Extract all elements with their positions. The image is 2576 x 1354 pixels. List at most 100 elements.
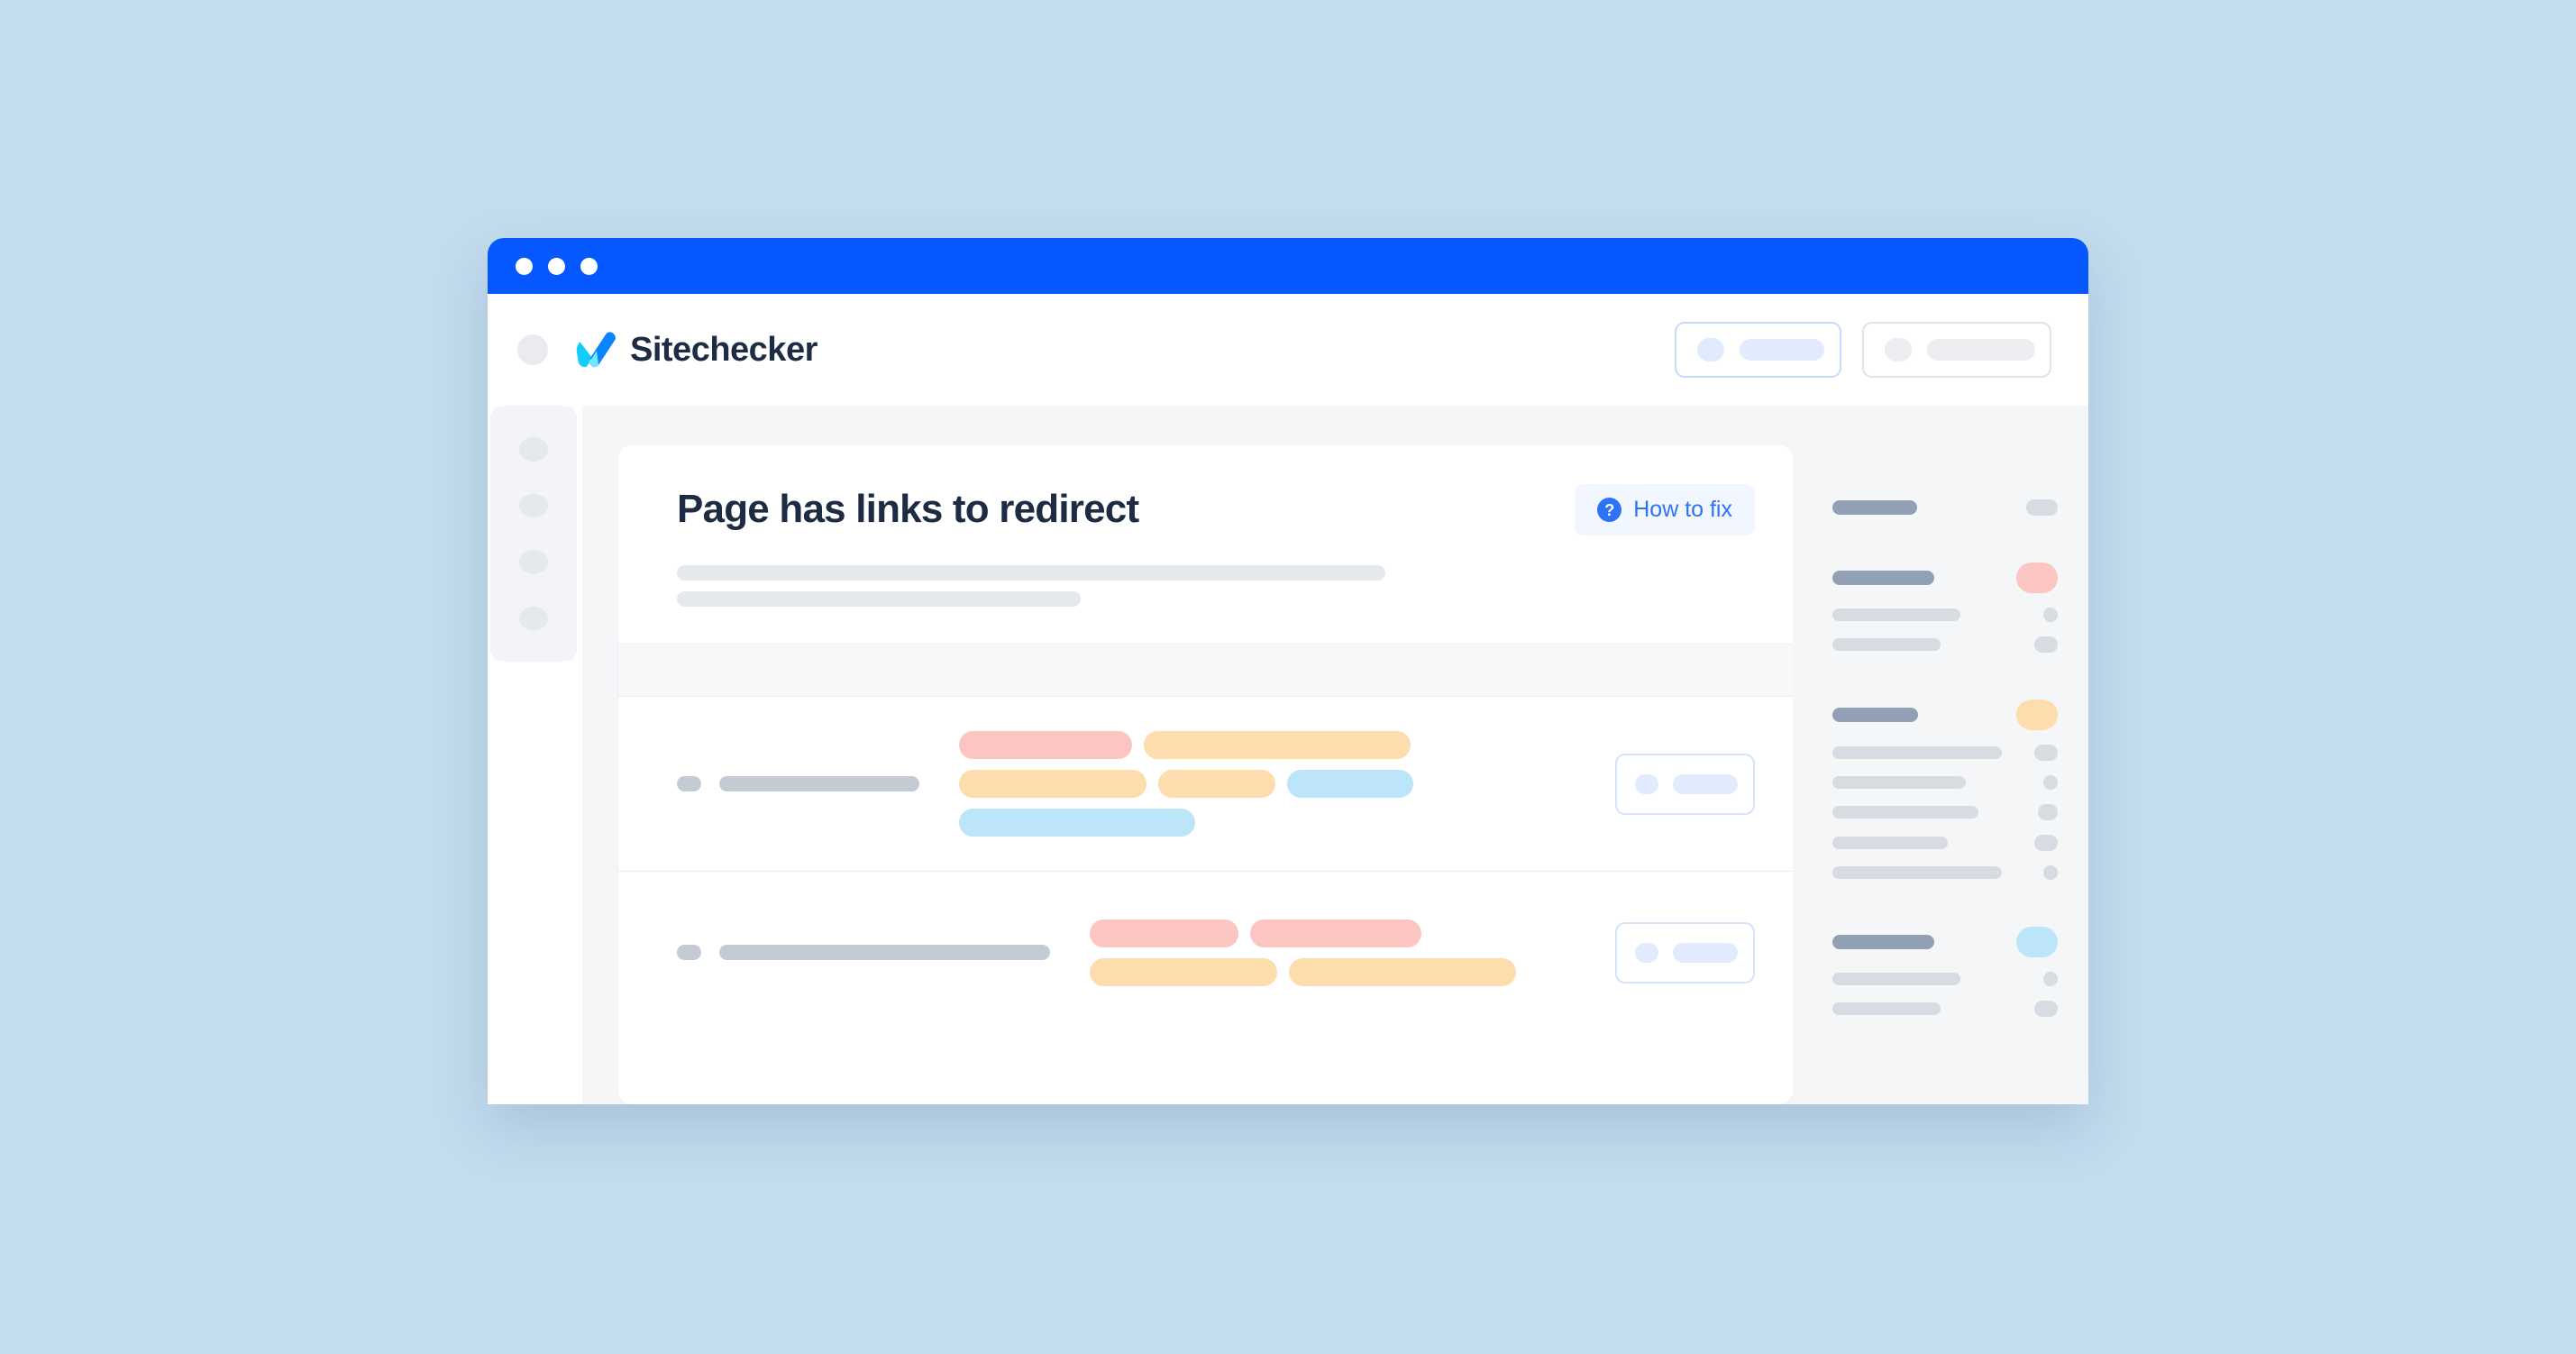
metrics-item-row[interactable] bbox=[1832, 1001, 2058, 1017]
tag-pill[interactable] bbox=[959, 731, 1132, 759]
status-badge bbox=[2034, 835, 2058, 851]
left-sidebar-wrapper bbox=[488, 406, 582, 1104]
page-title: Page has links to redirect bbox=[677, 487, 1139, 532]
row-bullet-icon bbox=[677, 945, 701, 960]
window-dot-3-icon[interactable] bbox=[580, 257, 598, 275]
metrics-item-label bbox=[1832, 776, 1966, 789]
tag-pill[interactable] bbox=[959, 809, 1195, 837]
brand-logo[interactable]: Sitechecker bbox=[576, 331, 818, 369]
tag-pill[interactable] bbox=[1287, 770, 1413, 798]
app-header: Sitechecker bbox=[488, 294, 2088, 406]
status-badge bbox=[2026, 499, 2058, 516]
metrics-item-label bbox=[1832, 608, 1960, 621]
tag-pill[interactable] bbox=[959, 770, 1146, 798]
metrics-header-label bbox=[1832, 935, 1934, 949]
metrics-item-label bbox=[1832, 806, 1978, 819]
metrics-group-4 bbox=[1832, 927, 2058, 1017]
metrics-item-row[interactable] bbox=[1832, 608, 2058, 622]
dot-placeholder-icon bbox=[1635, 773, 1658, 794]
metrics-item-row[interactable] bbox=[1832, 775, 2058, 790]
dot-placeholder-icon bbox=[1885, 338, 1912, 361]
header-primary-button[interactable] bbox=[1675, 322, 1841, 378]
metrics-item-label bbox=[1832, 746, 2002, 759]
row-action-button-2[interactable] bbox=[1615, 921, 1755, 983]
sidebar-item-2[interactable] bbox=[519, 493, 548, 517]
table-row[interactable] bbox=[618, 871, 1793, 1033]
brand-name: Sitechecker bbox=[630, 331, 818, 369]
description-line-2 bbox=[677, 591, 1081, 607]
how-to-fix-label: How to fix bbox=[1633, 497, 1732, 522]
metrics-header-row[interactable] bbox=[1832, 499, 2058, 516]
tag-pill[interactable] bbox=[1090, 957, 1277, 986]
metrics-item-row[interactable] bbox=[1832, 636, 2058, 653]
row-label-placeholder bbox=[719, 945, 1050, 960]
row-label-group bbox=[677, 945, 1050, 960]
window-dot-1-icon[interactable] bbox=[516, 257, 533, 275]
tag-pill[interactable] bbox=[1144, 731, 1411, 759]
tag-pill[interactable] bbox=[1090, 919, 1238, 947]
dot-placeholder-icon bbox=[1697, 338, 1724, 361]
row-label-placeholder bbox=[719, 776, 919, 791]
metrics-item-row[interactable] bbox=[1832, 972, 2058, 986]
main-content: Page has links to redirect ? How to fix bbox=[582, 406, 2088, 1104]
tag-pill[interactable] bbox=[1158, 770, 1275, 798]
sidebar-item-4[interactable] bbox=[519, 606, 548, 630]
tag-line bbox=[959, 770, 1590, 798]
how-to-fix-button[interactable]: ? How to fix bbox=[1575, 484, 1755, 535]
row-bullet-icon bbox=[677, 776, 701, 791]
metrics-group-2 bbox=[1832, 563, 2058, 653]
metrics-item-row[interactable] bbox=[1832, 865, 2058, 880]
window-titlebar bbox=[488, 238, 2088, 294]
metrics-header-row[interactable] bbox=[1832, 563, 2058, 593]
issue-card: Page has links to redirect ? How to fix bbox=[618, 445, 1793, 1104]
metrics-header-label bbox=[1832, 571, 1934, 585]
window-dot-2-icon[interactable] bbox=[548, 257, 565, 275]
status-badge bbox=[2016, 927, 2058, 957]
header-actions bbox=[1675, 322, 2051, 378]
row-action-button-1[interactable] bbox=[1615, 753, 1755, 815]
metrics-item-row[interactable] bbox=[1832, 835, 2058, 851]
tag-line bbox=[1090, 957, 1590, 986]
status-badge bbox=[2043, 775, 2058, 790]
metrics-item-label bbox=[1832, 837, 1948, 849]
label-placeholder bbox=[1673, 942, 1738, 963]
left-sidebar bbox=[490, 406, 577, 662]
question-mark-icon: ? bbox=[1597, 498, 1622, 522]
tag-pill[interactable] bbox=[1289, 957, 1516, 986]
metrics-item-label bbox=[1832, 638, 1941, 651]
metrics-header-row[interactable] bbox=[1832, 927, 2058, 957]
table-header-band bbox=[618, 644, 1793, 697]
metrics-item-label bbox=[1832, 973, 1960, 985]
sidebar-item-1[interactable] bbox=[519, 437, 548, 462]
right-metrics-panel bbox=[1793, 445, 2088, 1104]
metrics-item-row[interactable] bbox=[1832, 745, 2058, 761]
label-placeholder bbox=[1927, 339, 2035, 361]
tag-pill[interactable] bbox=[1250, 919, 1421, 947]
table-row[interactable] bbox=[618, 697, 1793, 871]
avatar[interactable] bbox=[517, 334, 548, 365]
row-label-group bbox=[677, 776, 919, 791]
metrics-item-row[interactable] bbox=[1832, 804, 2058, 820]
status-badge bbox=[2038, 804, 2058, 820]
metrics-header-label bbox=[1832, 708, 1918, 722]
metrics-item-label bbox=[1832, 866, 2002, 879]
status-badge bbox=[2034, 745, 2058, 761]
label-placeholder bbox=[1673, 773, 1738, 794]
status-badge bbox=[2043, 608, 2058, 622]
tag-line bbox=[1090, 919, 1590, 947]
status-badge bbox=[2043, 865, 2058, 880]
status-badge bbox=[2034, 1001, 2058, 1017]
row-tag-group bbox=[1050, 919, 1590, 986]
status-badge bbox=[2043, 972, 2058, 986]
sidebar-item-3[interactable] bbox=[519, 550, 548, 574]
label-placeholder bbox=[1740, 339, 1824, 361]
metrics-group-3 bbox=[1832, 700, 2058, 880]
title-row: Page has links to redirect ? How to fix bbox=[677, 484, 1755, 535]
header-secondary-button[interactable] bbox=[1862, 322, 2051, 378]
metrics-header-row[interactable] bbox=[1832, 700, 2058, 730]
row-tag-group bbox=[919, 731, 1590, 837]
sitechecker-checkmark-logo-icon bbox=[576, 331, 617, 369]
